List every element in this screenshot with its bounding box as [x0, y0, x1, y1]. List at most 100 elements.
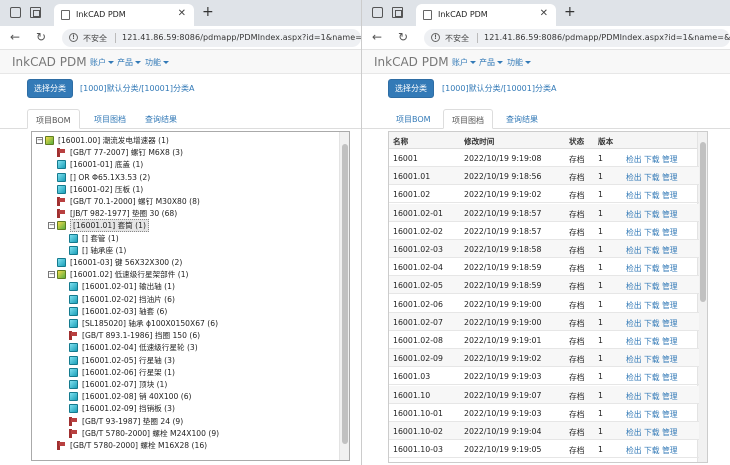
tree-node-label[interactable]: [16001.02-09] 挡销板 (3): [82, 403, 175, 415]
download-link[interactable]: 下载: [644, 336, 660, 347]
tree-node-label[interactable]: [16001.02-02] 挡油片 (6): [82, 294, 175, 306]
manage-link[interactable]: 管理: [662, 227, 678, 238]
checkout-link[interactable]: 检出: [626, 427, 642, 438]
menu-function[interactable]: 功能: [145, 57, 169, 68]
table-row[interactable]: 16001.02-02 2022/10/19 9:18:57 存档 1 检出 下载 管理: [389, 222, 699, 240]
tree-node-label[interactable]: [16001-02] 压板 (1): [70, 184, 143, 196]
tree-node-label[interactable]: [16001.02-06] 行星架 (1): [82, 367, 175, 379]
tree-node-label[interactable]: [16001.02-01] 输出轴 (1): [82, 281, 175, 293]
checkout-link[interactable]: 检出: [626, 354, 642, 365]
manage-link[interactable]: 管理: [662, 354, 678, 365]
table-row[interactable]: 16001.02-04 2022/10/19 9:18:59 存档 1 检出 下载 管理: [389, 258, 699, 277]
tree-node-label[interactable]: [16001.02-05] 行星轴 (3): [82, 355, 175, 367]
new-tab-icon[interactable]: +: [564, 4, 576, 20]
tree-node-label[interactable]: [SL185020] 轴承 ϕ100X0150X67 (6): [82, 318, 218, 330]
checkout-link[interactable]: 检出: [626, 227, 642, 238]
tree-node-label[interactable]: [16001.02-08] 销 40X100 (6): [82, 391, 192, 403]
download-link[interactable]: 下载: [644, 227, 660, 238]
manage-link[interactable]: 管理: [662, 427, 678, 438]
checkout-link[interactable]: 检出: [626, 300, 642, 311]
column-header-name[interactable]: 名称: [393, 136, 408, 147]
menu-account[interactable]: 账户: [90, 57, 114, 68]
table-row[interactable]: 16001.02-09 2022/10/19 9:19:02 存档 1 检出 下载 管理: [389, 349, 699, 368]
download-link[interactable]: 下载: [644, 154, 660, 165]
tree-scrollbar-thumb[interactable]: [342, 144, 348, 444]
download-link[interactable]: 下载: [644, 409, 660, 420]
select-category-button[interactable]: 选择分类: [27, 79, 73, 98]
checkout-link[interactable]: 检出: [626, 190, 642, 201]
menu-product[interactable]: 产品: [479, 57, 503, 68]
collapse-toggle-icon[interactable]: −: [48, 271, 55, 279]
tab-project-drawings[interactable]: 项目图档: [86, 109, 134, 129]
manage-link[interactable]: 管理: [662, 318, 678, 329]
category-path-link[interactable]: [1000]默认分类/[10001]分类A: [80, 83, 194, 94]
tab-project-drawings[interactable]: 项目图档: [443, 109, 493, 129]
table-row[interactable]: 16001.10-03 2022/10/19 9:19:05 存档 1 检出 下载 管理: [389, 440, 699, 459]
checkout-link[interactable]: 检出: [626, 245, 642, 256]
download-link[interactable]: 下载: [644, 354, 660, 365]
checkout-link[interactable]: 检出: [626, 318, 642, 329]
table-row[interactable]: 16001 2022/10/19 9:19:08 存档 1 检出 下载 管理: [389, 149, 699, 167]
collapse-toggle-icon[interactable]: −: [48, 222, 55, 230]
tab-groups-icon[interactable]: [392, 7, 403, 18]
tab-actions-icon[interactable]: [10, 7, 21, 18]
category-path-link[interactable]: [1000]默认分类/[10001]分类A: [442, 83, 556, 94]
tree-node-label[interactable]: [GB/T 77-2007] 螺钉 M6X8 (3): [70, 147, 183, 159]
menu-product[interactable]: 产品: [117, 57, 141, 68]
table-row[interactable]: 16001.01 2022/10/19 9:18:56 存档 1 检出 下载 管理: [389, 167, 699, 186]
checkout-link[interactable]: 检出: [626, 209, 642, 220]
checkout-link[interactable]: 检出: [626, 172, 642, 183]
manage-link[interactable]: 管理: [662, 263, 678, 274]
download-link[interactable]: 下载: [644, 190, 660, 201]
tree-node-label[interactable]: [GB/T 93-1987] 垫圈 24 (9): [82, 416, 183, 428]
tab-actions-icon[interactable]: [372, 7, 383, 18]
checkout-link[interactable]: 检出: [626, 372, 642, 383]
table-row[interactable]: 16001.10-01 2022/10/19 9:19:03 存档 1 检出 下载 管理: [389, 404, 699, 422]
checkout-link[interactable]: 检出: [626, 445, 642, 456]
manage-link[interactable]: 管理: [662, 190, 678, 201]
tree-node-label[interactable]: [16001.00] 潮流发电增速器 (1): [58, 135, 169, 147]
tab-project-bom[interactable]: 项目BOM: [27, 109, 80, 129]
table-row[interactable]: 16001.10-02 2022/10/19 9:19:04 存档 1 检出 下载 管理: [389, 422, 699, 440]
tree-node-label[interactable]: [] 套管 (1): [82, 233, 119, 245]
checkout-link[interactable]: 检出: [626, 409, 642, 420]
tree-node-label[interactable]: [GB/T 5780-2000] 螺栓 M16X28 (16): [70, 440, 207, 452]
checkout-link[interactable]: 检出: [626, 336, 642, 347]
checkout-link[interactable]: 检出: [626, 154, 642, 165]
tree-node-label[interactable]: [] OR Φ65.1X3.53 (2): [70, 172, 150, 184]
tree-node-label[interactable]: [] 轴承座 (1): [82, 245, 126, 257]
manage-link[interactable]: 管理: [662, 300, 678, 311]
tree-scrollbar[interactable]: [339, 132, 349, 460]
column-header-status[interactable]: 状态: [569, 136, 584, 147]
tab-query-results[interactable]: 查询结果: [137, 109, 185, 129]
table-row[interactable]: 16001.02-05 2022/10/19 9:18:59 存档 1 检出 下载 管理: [389, 276, 699, 295]
checkout-link[interactable]: 检出: [626, 263, 642, 274]
column-header-modified[interactable]: 修改时间: [464, 136, 494, 147]
tree-node-label[interactable]: [16001.02] 低速级行星架部件 (1): [70, 269, 189, 281]
manage-link[interactable]: 管理: [662, 172, 678, 183]
browser-tab[interactable]: InkCAD PDM ✕: [54, 4, 194, 26]
url-field[interactable]: ! 不安全 121.41.86.59:8086/pdmapp/PDMIndex.…: [424, 29, 730, 47]
tab-groups-icon[interactable]: [30, 7, 41, 18]
tree-node-label[interactable]: [JB/T 982-1977] 垫圈 30 (68): [70, 208, 177, 220]
checkout-link[interactable]: 检出: [626, 391, 642, 402]
table-row[interactable]: 16001.02-03 2022/10/19 9:18:58 存档 1 检出 下载 管理: [389, 240, 699, 258]
table-row[interactable]: 16001.02-07 2022/10/19 9:19:00 存档 1 检出 下载 管理: [389, 312, 699, 331]
download-link[interactable]: 下载: [644, 391, 660, 402]
app-brand[interactable]: InkCAD PDM: [374, 55, 449, 69]
manage-link[interactable]: 管理: [662, 209, 678, 220]
tree-node-label[interactable]: [16001-01] 底盖 (1): [70, 159, 143, 171]
download-link[interactable]: 下载: [644, 172, 660, 183]
refresh-icon[interactable]: ↻: [398, 30, 408, 44]
browser-tab[interactable]: InkCAD PDM ✕: [416, 4, 556, 26]
download-link[interactable]: 下载: [644, 318, 660, 329]
column-header-version[interactable]: 版本: [598, 136, 613, 147]
new-tab-icon[interactable]: +: [202, 4, 214, 20]
tree-node-label[interactable]: [GB/T 5780-2000] 螺栓 M24X100 (9): [82, 428, 219, 440]
download-link[interactable]: 下载: [644, 209, 660, 220]
tab-query-results[interactable]: 查询结果: [498, 109, 546, 129]
tree-node-label[interactable]: [16001.02-07] 顶块 (1): [82, 379, 167, 391]
manage-link[interactable]: 管理: [662, 445, 678, 456]
tab-project-bom[interactable]: 项目BOM: [388, 109, 439, 129]
menu-function[interactable]: 功能: [507, 57, 531, 68]
